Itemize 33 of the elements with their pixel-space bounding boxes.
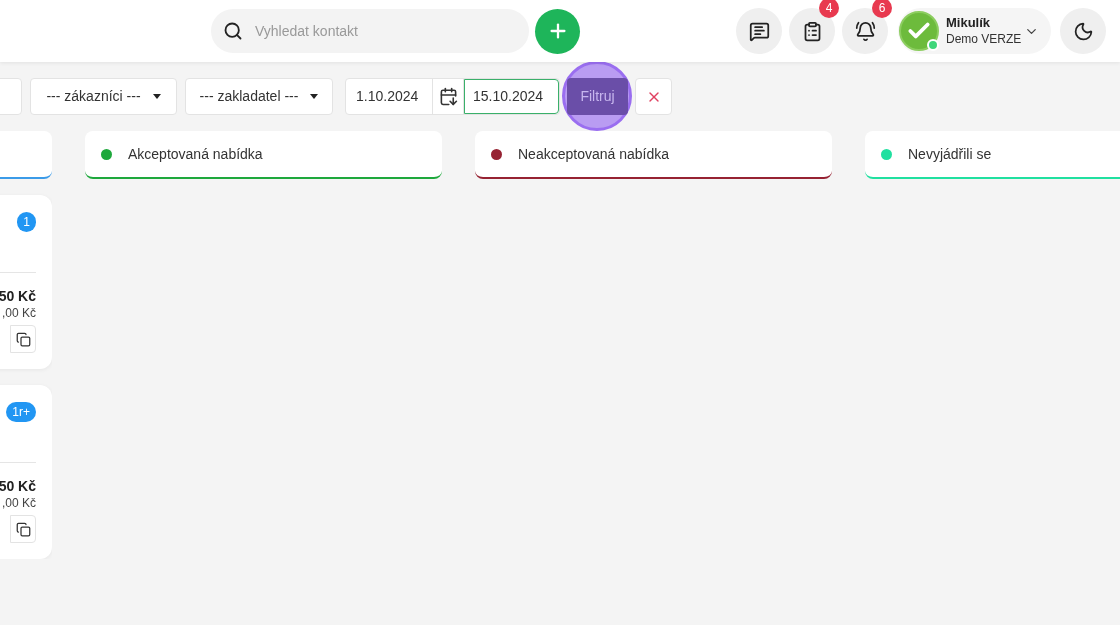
search-input[interactable]: Vyhledat kontakt [255,20,517,42]
copy-button[interactable] [10,325,36,353]
caret-icon [152,94,161,99]
user-menu[interactable]: Mikulík Demo VERZE [898,8,1051,54]
column-title: Neakceptovaná nabídka [518,144,669,164]
column-title: Nevyjádřili se [908,144,992,164]
price-subtext: ,00 Kč [1,495,36,511]
user-subtitle: Demo VERZE [946,31,1022,47]
add-button[interactable] [535,8,580,54]
column-title: Akceptovaná nabídka [128,144,263,164]
copy-button[interactable] [10,515,36,543]
moon-icon [1072,20,1094,42]
copy-icon [15,521,31,537]
search-field[interactable]: Vyhledat kontakt [211,9,529,53]
dark-mode-button[interactable] [1060,8,1106,54]
price-text: 50 Kč [0,287,36,305]
copy-icon [15,331,31,347]
user-name: Mikulík [946,15,991,31]
search-icon [223,21,243,41]
deal-card[interactable]: 1 50 Kč ,00 Kč [0,195,52,369]
count-badge: 1 [17,212,36,232]
deal-card[interactable]: 1r+ 50 Kč ,00 Kč [0,385,52,559]
filter-dropdown[interactable]: --- zakladatel --- [185,78,333,115]
count-badge: 1r+ [6,402,36,422]
count-badge: 6 [872,0,892,18]
count-badge: 4 [819,0,839,18]
messages-button[interactable] [736,8,782,54]
bell-icon [854,20,876,42]
price-text: 50 Kč [0,477,36,495]
price-subtext: ,00 Kč [1,305,36,321]
caret-icon [310,94,319,99]
chat-icon [748,20,770,42]
filter-dropdown[interactable]: --- zákazníci --- [30,78,177,115]
